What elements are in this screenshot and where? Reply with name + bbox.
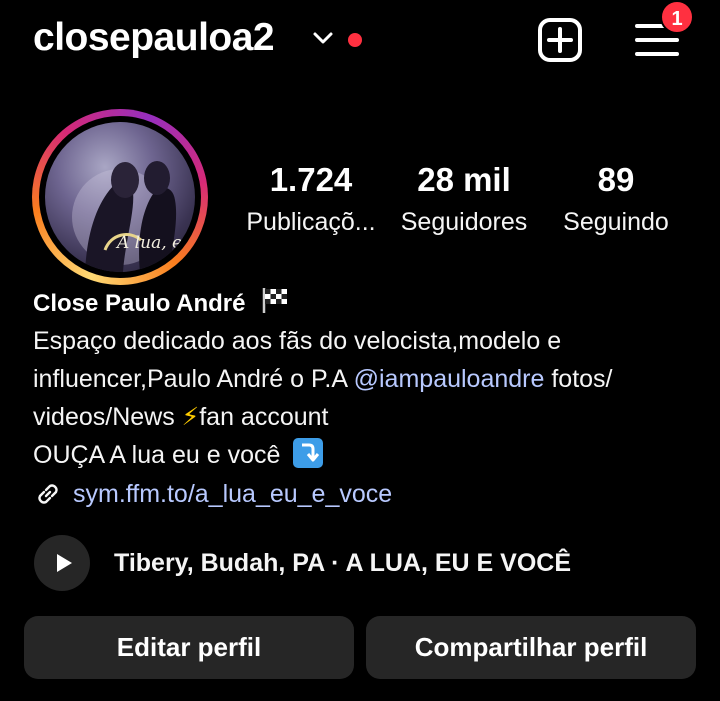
play-button[interactable] [34,535,90,591]
following-label: Seguindo [563,208,669,236]
link-icon [38,484,58,504]
music-row[interactable]: Tibery, Budah, PA · A LUA, EU E VOCÊ [34,535,571,591]
stat-posts[interactable]: 1.724 Publicaçõ... [236,160,386,244]
posts-label: Publicaçõ... [246,208,376,236]
lightning-icon: ⚡ [181,403,200,431]
down-arrow-icon [293,438,324,468]
unread-dot [348,33,362,47]
avatar[interactable]: A lua, eu e você [45,122,195,272]
stat-following[interactable]: 89 Seguindo [541,160,691,244]
story-ring[interactable]: A lua, eu e você [32,109,208,285]
bio-line-2: influencer,Paulo André o P.A @iampauloan… [33,365,613,393]
edit-profile-button[interactable]: Editar perfil [24,616,354,679]
display-name-text: Close Paulo André [33,290,246,317]
bio-line-3: videos/News ⚡fan account [33,403,329,431]
notification-badge: 1 [660,0,694,34]
username[interactable]: closepauloa2 [33,16,275,60]
mention-link[interactable]: @iampauloandre [354,365,545,393]
share-profile-button[interactable]: Compartilhar perfil [366,616,696,679]
play-icon [57,554,72,572]
bio-line-1: Espaço dedicado aos fãs do velocista,mod… [33,327,562,355]
chevron-down-icon[interactable] [312,30,334,46]
avatar-image: A lua, eu e você [72,161,195,272]
avatar-text: A lua, eu e você [115,233,195,253]
profile-header: closepauloa2 1 [0,0,720,84]
bio-line-4: OUÇA A lua eu e você [33,436,713,474]
followers-count: 28 mil [417,161,511,198]
following-count: 89 [597,161,635,198]
stat-followers[interactable]: 28 mil Seguidores [389,160,539,244]
posts-count: 1.724 [269,161,353,198]
bio-link[interactable]: sym.ffm.to/a_lua_eu_e_voce [33,475,392,513]
link-text[interactable]: sym.ffm.to/a_lua_eu_e_voce [73,480,392,509]
followers-label: Seguidores [400,208,528,236]
flag-icon [262,288,288,313]
bio: Espaço dedicado aos fãs do velocista,mod… [33,322,713,474]
new-post-icon[interactable] [536,16,584,64]
display-name: Close Paulo André [33,286,290,321]
music-title: Tibery, Budah, PA · A LUA, EU E VOCÊ [114,548,571,577]
